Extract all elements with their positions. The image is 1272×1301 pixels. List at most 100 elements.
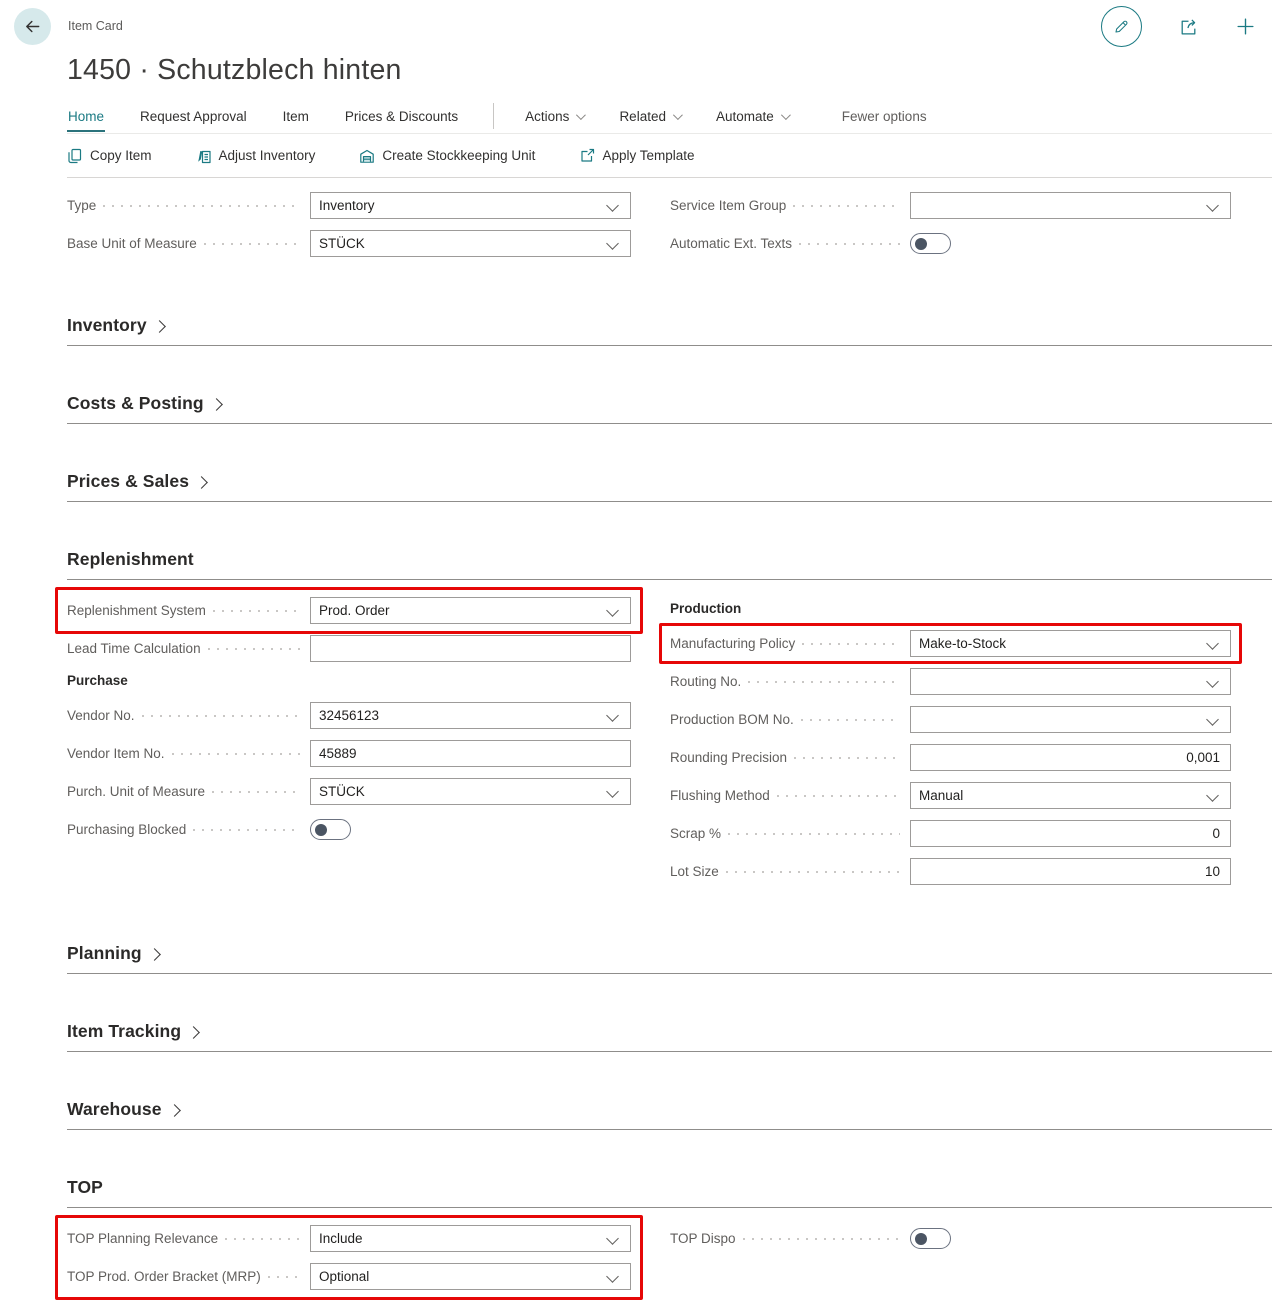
chevron-right-icon — [153, 320, 166, 333]
highlight-replenishment-system: Replenishment System Prod. Order — [55, 587, 643, 634]
adjust-inventory-icon — [196, 148, 212, 164]
adjust-inventory-button[interactable]: Adjust Inventory — [196, 148, 316, 164]
field-routing-no: Routing No. — [670, 668, 1231, 695]
field-replenishment-system: Replenishment System Prod. Order — [67, 597, 631, 624]
field-automatic-ext-texts: Automatic Ext. Texts — [670, 230, 1231, 257]
field-lead-time-calculation: Lead Time Calculation — [67, 635, 631, 662]
copy-item-button[interactable]: Copy Item — [67, 148, 152, 164]
top-bar: Item Card — [0, 0, 1272, 52]
vendor-item-no-input[interactable]: 45889 — [310, 740, 631, 767]
create-stockkeeping-unit-button[interactable]: Create Stockkeeping Unit — [359, 148, 535, 164]
tab-home[interactable]: Home — [67, 104, 105, 132]
menu-actions[interactable]: Actions — [524, 104, 584, 132]
lead-time-calculation-input[interactable] — [310, 635, 631, 662]
flushing-method-dropdown[interactable]: Manual — [910, 782, 1231, 809]
chevron-down-icon — [606, 709, 619, 722]
field-top-prod-order-bracket: TOP Prod. Order Bracket (MRP) Optional — [67, 1263, 631, 1290]
production-subheader: Production — [670, 601, 1231, 616]
chevron-down-icon — [606, 1270, 619, 1283]
back-button[interactable] — [14, 8, 51, 45]
card-content: Type Inventory Base Unit of Measure STÜC… — [0, 178, 1272, 1301]
automatic-ext-texts-toggle[interactable] — [910, 233, 951, 254]
action-toolbar: Copy Item Adjust Inventory Create Stockk… — [67, 134, 1272, 178]
replenishment-fields: Replenishment System Prod. Order Lead Ti… — [67, 580, 1272, 896]
field-top-planning-relevance: TOP Planning Relevance Include — [67, 1225, 631, 1252]
menu-related[interactable]: Related — [618, 104, 681, 132]
section-top[interactable]: TOP — [67, 1177, 1272, 1208]
menu-automate[interactable]: Automate — [715, 104, 789, 132]
purchase-subheader: Purchase — [67, 673, 631, 688]
purchasing-blocked-toggle[interactable] — [310, 819, 351, 840]
fewer-options-button[interactable]: Fewer options — [841, 104, 928, 132]
section-warehouse[interactable]: Warehouse — [67, 1099, 1272, 1130]
share-button[interactable] — [1178, 16, 1199, 37]
chevron-right-icon — [187, 1026, 200, 1039]
section-item-tracking[interactable]: Item Tracking — [67, 1021, 1272, 1052]
field-manufacturing-policy: Manufacturing Policy Make-to-Stock — [670, 630, 1231, 657]
page-type-label: Item Card — [68, 19, 123, 33]
edit-button[interactable] — [1101, 6, 1142, 47]
section-costs-posting[interactable]: Costs & Posting — [67, 393, 1272, 424]
chevron-right-icon — [210, 398, 223, 411]
tab-divider — [493, 103, 494, 129]
chevron-down-icon — [606, 237, 619, 250]
share-icon — [1178, 16, 1199, 37]
new-button[interactable] — [1235, 16, 1256, 37]
vendor-no-dropdown[interactable]: 32456123 — [310, 702, 631, 729]
field-flushing-method: Flushing Method Manual — [670, 782, 1231, 809]
pencil-icon — [1112, 17, 1131, 36]
chevron-right-icon — [195, 476, 208, 489]
field-production-bom-no: Production BOM No. — [670, 706, 1231, 733]
tab-request-approval[interactable]: Request Approval — [139, 104, 248, 132]
lot-size-input[interactable]: 10 — [910, 858, 1231, 885]
chevron-down-icon — [606, 604, 619, 617]
chevron-down-icon — [1206, 675, 1219, 688]
section-planning[interactable]: Planning — [67, 943, 1272, 974]
field-vendor-no: Vendor No. 32456123 — [67, 702, 631, 729]
service-item-group-dropdown[interactable] — [910, 192, 1231, 219]
routing-no-dropdown[interactable] — [910, 668, 1231, 695]
chevron-down-icon — [606, 1232, 619, 1245]
chevron-down-icon — [781, 110, 791, 120]
top-prod-order-bracket-dropdown[interactable]: Optional — [310, 1263, 631, 1290]
field-vendor-item-no: Vendor Item No. 45889 — [67, 740, 631, 767]
tab-prices-discounts[interactable]: Prices & Discounts — [344, 104, 459, 132]
plus-icon — [1235, 16, 1256, 37]
field-purchasing-blocked: Purchasing Blocked — [67, 816, 631, 843]
top-planning-relevance-dropdown[interactable]: Include — [310, 1225, 631, 1252]
field-rounding-precision: Rounding Precision 0,001 — [670, 744, 1231, 771]
apply-template-icon — [579, 148, 595, 164]
top-dispo-toggle[interactable] — [910, 1228, 951, 1249]
back-arrow-icon — [23, 17, 42, 36]
tab-item[interactable]: Item — [282, 104, 310, 132]
section-prices-sales[interactable]: Prices & Sales — [67, 471, 1272, 502]
section-replenishment[interactable]: Replenishment — [67, 549, 1272, 580]
field-scrap-pct: Scrap % 0 — [670, 820, 1231, 847]
copy-icon — [67, 148, 83, 164]
highlight-manufacturing-policy: Manufacturing Policy Make-to-Stock — [659, 623, 1242, 664]
field-top-dispo: TOP Dispo — [670, 1225, 1231, 1252]
field-purch-uom: Purch. Unit of Measure STÜCK — [67, 778, 631, 805]
chevron-right-icon — [148, 948, 161, 961]
highlight-top-fields: TOP Planning Relevance Include TOP Prod.… — [55, 1215, 643, 1300]
section-inventory[interactable]: Inventory — [67, 315, 1272, 346]
general-fields: Type Inventory Base Unit of Measure STÜC… — [67, 178, 1272, 268]
chevron-down-icon — [1206, 789, 1219, 802]
field-service-item-group: Service Item Group — [670, 192, 1231, 219]
rounding-precision-input[interactable]: 0,001 — [910, 744, 1231, 771]
scrap-pct-input[interactable]: 0 — [910, 820, 1231, 847]
type-dropdown[interactable]: Inventory — [310, 192, 631, 219]
replenishment-system-dropdown[interactable]: Prod. Order — [310, 597, 631, 624]
field-base-uom: Base Unit of Measure STÜCK — [67, 230, 631, 257]
purch-uom-dropdown[interactable]: STÜCK — [310, 778, 631, 805]
chevron-down-icon — [1206, 713, 1219, 726]
top-fields: TOP Planning Relevance Include TOP Prod.… — [67, 1208, 1272, 1301]
chevron-down-icon — [673, 110, 683, 120]
field-type: Type Inventory — [67, 192, 631, 219]
field-lot-size: Lot Size 10 — [670, 858, 1231, 885]
manufacturing-policy-dropdown[interactable]: Make-to-Stock — [910, 630, 1231, 657]
base-uom-dropdown[interactable]: STÜCK — [310, 230, 631, 257]
chevron-down-icon — [606, 199, 619, 212]
apply-template-button[interactable]: Apply Template — [579, 148, 694, 164]
production-bom-no-dropdown[interactable] — [910, 706, 1231, 733]
